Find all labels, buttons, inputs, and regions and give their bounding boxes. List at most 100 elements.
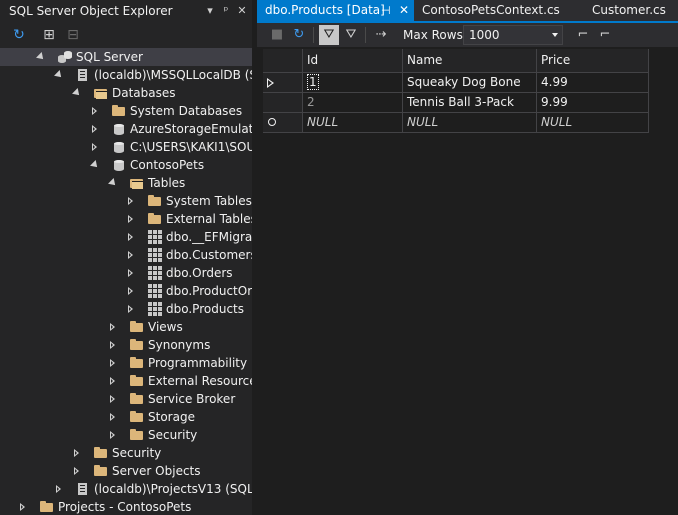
refresh-icon[interactable]: ↻	[10, 26, 28, 44]
tree-node[interactable]: (localdb)\MSSQLLocalDB (SQL Server	[0, 66, 252, 84]
table-row[interactable]: 2 Tennis Ball 3-Pack 9.99	[263, 93, 649, 113]
expand-arrow-collapsed-icon[interactable]	[108, 426, 118, 444]
script-file-icon[interactable]: ⌐	[595, 25, 615, 45]
cell-id[interactable]: 1	[303, 73, 403, 93]
tree-node[interactable]: AzureStorageEmulatorDb5	[0, 120, 252, 138]
folder-icon	[148, 194, 162, 208]
row-selector[interactable]	[263, 73, 303, 93]
tree-node-label: Tables	[148, 176, 186, 190]
tree-node[interactable]: Security	[0, 444, 252, 462]
expand-arrow-collapsed-icon[interactable]	[126, 228, 136, 246]
tree-node[interactable]: SQL Server	[0, 48, 252, 66]
filter-icon[interactable]: ⛛	[341, 25, 361, 45]
cell-id[interactable]: 2	[303, 93, 403, 113]
close-icon[interactable]: ✕	[399, 0, 409, 21]
expand-arrow-collapsed-icon[interactable]	[108, 372, 118, 390]
tree-node[interactable]: dbo.Orders	[0, 264, 252, 282]
script-insert-icon[interactable]: ⌐	[573, 25, 593, 45]
expand-arrow-collapsed-icon[interactable]	[90, 102, 100, 120]
expand-arrow-collapsed-icon[interactable]	[126, 246, 136, 264]
tree-node[interactable]: ContosoPets	[0, 156, 252, 174]
expand-arrow-collapsed-icon[interactable]	[126, 210, 136, 228]
expand-arrow-expanded-icon[interactable]	[90, 156, 100, 174]
expand-arrow-expanded-icon[interactable]	[108, 174, 118, 192]
expand-arrow-collapsed-icon[interactable]	[72, 462, 82, 480]
tab-products-data[interactable]: dbo.Products [Data] ⊣ ✕	[257, 0, 414, 21]
expand-arrow-collapsed-icon[interactable]	[126, 282, 136, 300]
table-icon	[148, 266, 162, 280]
tree-node[interactable]: External Tables	[0, 210, 252, 228]
tree-node[interactable]: External Resources	[0, 372, 252, 390]
row-selector[interactable]	[263, 113, 303, 133]
tab-customer[interactable]: Customer.cs	[584, 0, 678, 21]
tree-node[interactable]: Server Objects	[0, 462, 252, 480]
pin-icon[interactable]: ⊣	[381, 0, 391, 21]
tree-node-label: System Databases	[130, 104, 243, 118]
pin-icon[interactable]: ᵖ	[218, 3, 234, 19]
expand-arrow-collapsed-icon[interactable]	[18, 498, 28, 515]
column-header-id[interactable]: Id	[303, 49, 403, 73]
script-icon[interactable]: ⇢	[371, 25, 391, 45]
max-rows-select[interactable]: 1000	[463, 25, 563, 45]
cell-name[interactable]: Squeaky Dog Bone	[403, 73, 537, 93]
column-header-name[interactable]: Name	[403, 49, 537, 73]
explorer-title: SQL Server Object Explorer	[9, 4, 173, 18]
expand-arrow-collapsed-icon[interactable]	[90, 120, 100, 138]
expand-arrow-collapsed-icon[interactable]	[126, 264, 136, 282]
tree-node[interactable]: dbo.Customers	[0, 246, 252, 264]
expand-arrow-collapsed-icon[interactable]	[126, 300, 136, 318]
expand-arrow-collapsed-icon[interactable]	[90, 138, 100, 156]
tree-node[interactable]: Storage	[0, 408, 252, 426]
tree-node[interactable]: C:\USERS\KAKI1\SOURCE\	[0, 138, 252, 156]
cell-id[interactable]: NULL	[303, 113, 403, 133]
tree-node[interactable]: dbo.ProductOrders	[0, 282, 252, 300]
folder-icon	[94, 446, 108, 460]
column-header-price[interactable]: Price	[537, 49, 649, 73]
cell-price[interactable]: NULL	[537, 113, 649, 133]
tree-node[interactable]: Views	[0, 318, 252, 336]
tree-node[interactable]: Databases	[0, 84, 252, 102]
tree-node[interactable]: System Databases	[0, 102, 252, 120]
tree-node[interactable]: dbo.Products	[0, 300, 252, 318]
expand-arrow-collapsed-icon[interactable]	[72, 444, 82, 462]
table-row[interactable]: 1 Squeaky Dog Bone 4.99	[263, 73, 649, 93]
cell-price[interactable]: 4.99	[537, 73, 649, 93]
expand-arrow-expanded-icon[interactable]	[72, 84, 82, 102]
expand-arrow-collapsed-icon[interactable]	[108, 336, 118, 354]
tree-node[interactable]: Programmability	[0, 354, 252, 372]
tree-node[interactable]: Service Broker	[0, 390, 252, 408]
close-icon[interactable]: ✕	[234, 3, 250, 19]
database-icon	[112, 122, 126, 136]
database-icon	[112, 158, 126, 172]
cell-price[interactable]: 9.99	[537, 93, 649, 113]
expand-arrow-collapsed-icon[interactable]	[108, 354, 118, 372]
expand-arrow-collapsed-icon[interactable]	[54, 480, 64, 498]
tree-node[interactable]: System Tables	[0, 192, 252, 210]
add-server-icon[interactable]: ⊞	[40, 26, 58, 44]
expand-arrow-collapsed-icon[interactable]	[108, 318, 118, 336]
tab-contosopetscontext[interactable]: ContosoPetsContext.cs	[414, 0, 564, 21]
cell-name[interactable]: NULL	[403, 113, 537, 133]
tree-node[interactable]: dbo.__EFMigrationsH	[0, 228, 252, 246]
expand-arrow-collapsed-icon[interactable]	[108, 390, 118, 408]
disconnect-icon[interactable]: ⊟	[64, 26, 82, 44]
expand-arrow-expanded-icon[interactable]	[36, 48, 46, 66]
tree-node[interactable]: Tables	[0, 174, 252, 192]
dropdown-icon[interactable]: ▾	[202, 3, 218, 19]
expand-arrow-collapsed-icon[interactable]	[126, 192, 136, 210]
tree-node[interactable]: Security	[0, 426, 252, 444]
tree-node[interactable]: Synonyms	[0, 336, 252, 354]
row-selector[interactable]	[263, 93, 303, 113]
refresh-icon[interactable]: ↻	[289, 25, 309, 45]
tree-node[interactable]: (localdb)\ProjectsV13 (SQL Server	[0, 480, 252, 498]
expand-arrow-collapsed-icon[interactable]	[108, 408, 118, 426]
filter-sort-icon[interactable]: ⛛	[319, 25, 339, 45]
row-header-corner[interactable]	[263, 49, 303, 73]
stop-icon[interactable]: ■	[267, 25, 287, 45]
folder-icon	[148, 212, 162, 226]
new-row[interactable]: NULL NULL NULL	[263, 113, 649, 133]
tree-node-label: Security	[112, 446, 162, 460]
tree-node[interactable]: Projects - ContosoPets	[0, 498, 252, 515]
expand-arrow-expanded-icon[interactable]	[54, 66, 64, 84]
cell-name[interactable]: Tennis Ball 3-Pack	[403, 93, 537, 113]
